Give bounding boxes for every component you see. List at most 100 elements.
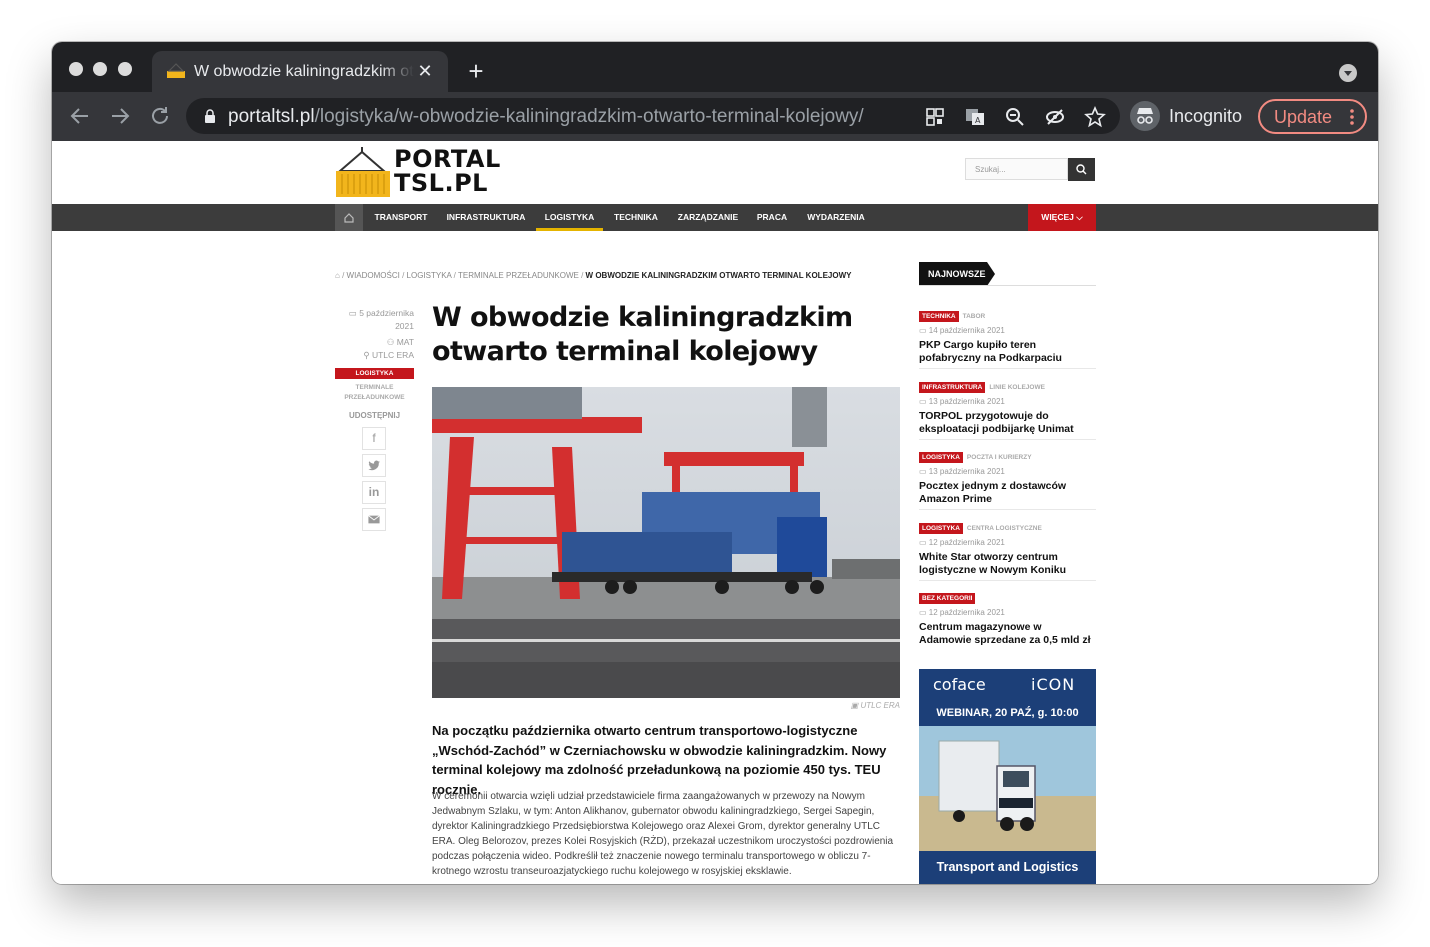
incognito-icon bbox=[1130, 101, 1160, 131]
news-badge[interactable]: BEZ KATEGORII bbox=[919, 593, 976, 604]
nav-praca[interactable]: PRACA bbox=[751, 204, 793, 231]
news-badge[interactable]: INFRASTRUKTURA bbox=[919, 382, 986, 393]
link-icon: ⚲ bbox=[363, 350, 372, 360]
share-linkedin-icon[interactable]: in bbox=[362, 481, 386, 504]
article-hero-image[interactable] bbox=[432, 387, 900, 698]
article-author-name: MAT bbox=[396, 337, 414, 347]
tab-title: W obwodzie kaliningradzkim otwarto termi… bbox=[194, 63, 414, 80]
calendar-icon: ▭ bbox=[919, 538, 929, 547]
minimize-window-button[interactable] bbox=[93, 62, 107, 76]
news-title[interactable]: Pocztex jednym z dostawców Amazon Prime bbox=[919, 480, 1096, 505]
article-meta: ▭ 5 października 2021 ⚇ MAT ⚲ UTLC ERA bbox=[335, 307, 414, 362]
breadcrumb-terminale[interactable]: TERMINALE PRZEŁADUNKOWE bbox=[458, 271, 579, 280]
news-divider bbox=[919, 368, 1096, 369]
tracking-protection-icon[interactable] bbox=[1044, 106, 1066, 128]
update-button[interactable]: Update bbox=[1258, 99, 1367, 134]
url-host: portaltsl.pl bbox=[228, 106, 315, 127]
share-twitter-icon[interactable] bbox=[362, 454, 386, 477]
site-search-input[interactable]: Szukaj... bbox=[965, 158, 1068, 180]
url-path: /logistyka/w-obwodzie-kaliningradzkim-ot… bbox=[314, 106, 864, 127]
category-badge[interactable]: LOGISTYKA bbox=[335, 368, 414, 379]
new-tab-button[interactable]: + bbox=[464, 58, 488, 84]
close-window-button[interactable] bbox=[69, 62, 83, 76]
news-date-text: 14 października 2021 bbox=[928, 326, 1005, 335]
home-icon[interactable]: ⌂ bbox=[335, 271, 340, 280]
ad-footer: Transport and Logistics bbox=[919, 851, 1096, 884]
heading-divider bbox=[919, 285, 1096, 286]
calendar-icon: ▭ bbox=[919, 397, 929, 406]
share-email-icon[interactable] bbox=[362, 508, 386, 531]
zoom-window-button[interactable] bbox=[118, 62, 132, 76]
more-menu-icon[interactable] bbox=[1350, 108, 1354, 126]
zoom-icon[interactable] bbox=[1004, 106, 1026, 128]
heading-arrow bbox=[987, 262, 995, 286]
nav-technika[interactable]: TECHNIKA bbox=[609, 204, 663, 231]
qr-code-icon[interactable] bbox=[924, 106, 946, 128]
news-badge[interactable]: LOGISTYKA bbox=[919, 452, 963, 463]
nav-infrastruktura[interactable]: INFRASTRUKTURA bbox=[440, 204, 532, 231]
news-date: ▭ 13 października 2021 bbox=[919, 397, 1096, 409]
reload-icon[interactable] bbox=[148, 104, 172, 128]
article-source-name: UTLC ERA bbox=[371, 350, 414, 360]
subcategory-link[interactable]: TERMINALE PRZEŁADUNKOWE bbox=[335, 383, 414, 403]
news-title[interactable]: White Star otworzy centrum logistyczne w… bbox=[919, 551, 1096, 576]
tab-close-icon[interactable]: ✕ bbox=[414, 60, 436, 82]
web-page: PORTAL TSL.PL Szukaj... TRANSPORT INFRAS… bbox=[52, 141, 1378, 884]
news-title[interactable]: Centrum magazynowe w Adamowie sprzedane … bbox=[919, 621, 1096, 646]
lock-icon bbox=[205, 109, 215, 123]
main-nav: TRANSPORT INFRASTRUKTURA LOGISTYKA TECHN… bbox=[52, 204, 1378, 231]
news-title[interactable]: PKP Cargo kupiło teren pofabryczny na Po… bbox=[919, 339, 1096, 364]
news-badge[interactable]: LOGISTYKA bbox=[919, 523, 963, 534]
active-tab[interactable]: W obwodzie kaliningradzkim otwarto termi… bbox=[152, 51, 448, 92]
news-date-text: 13 października 2021 bbox=[928, 397, 1005, 406]
news-title[interactable]: TORPOL przygotowuje do eksploatacji podb… bbox=[919, 410, 1096, 435]
nav-transport[interactable]: TRANSPORT bbox=[367, 204, 435, 231]
nav-logistyka[interactable]: LOGISTYKA bbox=[536, 204, 603, 231]
breadcrumb: ⌂ / WIADOMOŚCI / LOGISTYKA / TERMINALE P… bbox=[335, 271, 852, 280]
forward-arrow-icon[interactable] bbox=[108, 104, 132, 128]
news-item[interactable]: INFRASTRUKTURA LINIE KOLEJOWE ▭ 13 paździ… bbox=[919, 376, 1096, 435]
back-arrow-icon[interactable] bbox=[68, 104, 92, 128]
photo-credit: ▣ UTLC ERA bbox=[812, 701, 900, 710]
news-subcategory[interactable]: POCZTA I KURIERZY bbox=[967, 454, 1032, 461]
site-search-button[interactable] bbox=[1068, 158, 1095, 181]
news-divider bbox=[919, 580, 1096, 581]
container-crane-logo-icon bbox=[336, 147, 390, 197]
calendar-icon: ▭ bbox=[348, 308, 360, 318]
calendar-icon: ▭ bbox=[919, 608, 929, 617]
ad-headline: WEBINAR, 20 PAŹ, g. 10:00 bbox=[919, 700, 1096, 726]
user-icon: ⚇ bbox=[386, 337, 397, 347]
site-logo[interactable]: PORTAL TSL.PL bbox=[334, 143, 514, 199]
breadcrumb-current: W OBWODZIE KALININGRADZKIM OTWARTO TERMI… bbox=[585, 271, 852, 280]
news-item[interactable]: LOGISTYKA CENTRA LOGISTYCZNE ▭ 12 paździe… bbox=[919, 517, 1096, 576]
address-bar[interactable]: portaltsl.pl/logistyka/w-obwodzie-kalini… bbox=[186, 98, 1120, 134]
nav-home-button[interactable] bbox=[335, 204, 363, 231]
nav-zarzadzanie[interactable]: ZARZĄDZANIE bbox=[671, 204, 745, 231]
translate-icon[interactable]: A bbox=[964, 106, 986, 128]
breadcrumb-wiadomosci[interactable]: WIADOMOŚCI bbox=[347, 271, 400, 280]
nav-wydarzenia[interactable]: WYDARZENIA bbox=[800, 204, 872, 231]
ad-brand-left: coface bbox=[933, 675, 986, 694]
news-date: ▭ 13 października 2021 bbox=[919, 467, 1096, 479]
news-subcategory[interactable]: TABOR bbox=[963, 313, 986, 320]
subcategory-line2: PRZEŁADUNKOWE bbox=[344, 394, 405, 401]
article-author[interactable]: ⚇ MAT bbox=[335, 336, 414, 349]
tab-search-icon[interactable] bbox=[1339, 64, 1357, 82]
container-terminal-photo bbox=[432, 387, 900, 698]
share-label: UDOSTĘPNIJ bbox=[348, 411, 401, 420]
article-source: ⚲ UTLC ERA bbox=[335, 349, 414, 362]
article-title: W obwodzie kaliningradzkim otwarto termi… bbox=[432, 302, 853, 367]
share-facebook-icon[interactable]: f bbox=[362, 427, 386, 450]
news-badge[interactable]: TECHNIKA bbox=[919, 311, 959, 322]
news-item[interactable]: LOGISTYKA POCZTA I KURIERZY ▭ 13 paździer… bbox=[919, 446, 1096, 505]
bookmark-star-icon[interactable] bbox=[1084, 106, 1106, 128]
news-item[interactable]: BEZ KATEGORII ▭ 12 października 2021 Cen… bbox=[919, 587, 1096, 646]
nav-more-button[interactable]: WIĘCEJ ⌵ bbox=[1028, 204, 1096, 231]
latest-news-heading: NAJNOWSZE bbox=[919, 262, 987, 286]
news-date: ▭ 12 października 2021 bbox=[919, 608, 1096, 620]
breadcrumb-logistyka[interactable]: LOGISTYKA bbox=[407, 271, 452, 280]
news-subcategory[interactable]: LINIE KOLEJOWE bbox=[989, 384, 1045, 391]
news-item[interactable]: TECHNIKA TABOR ▭ 14 października 2021 PKP… bbox=[919, 305, 1096, 364]
webinar-ad-banner[interactable]: coface iCON WEBINAR, 20 PAŹ, g. 10:00 Tr… bbox=[919, 669, 1096, 884]
news-subcategory[interactable]: CENTRA LOGISTYCZNE bbox=[967, 525, 1042, 532]
